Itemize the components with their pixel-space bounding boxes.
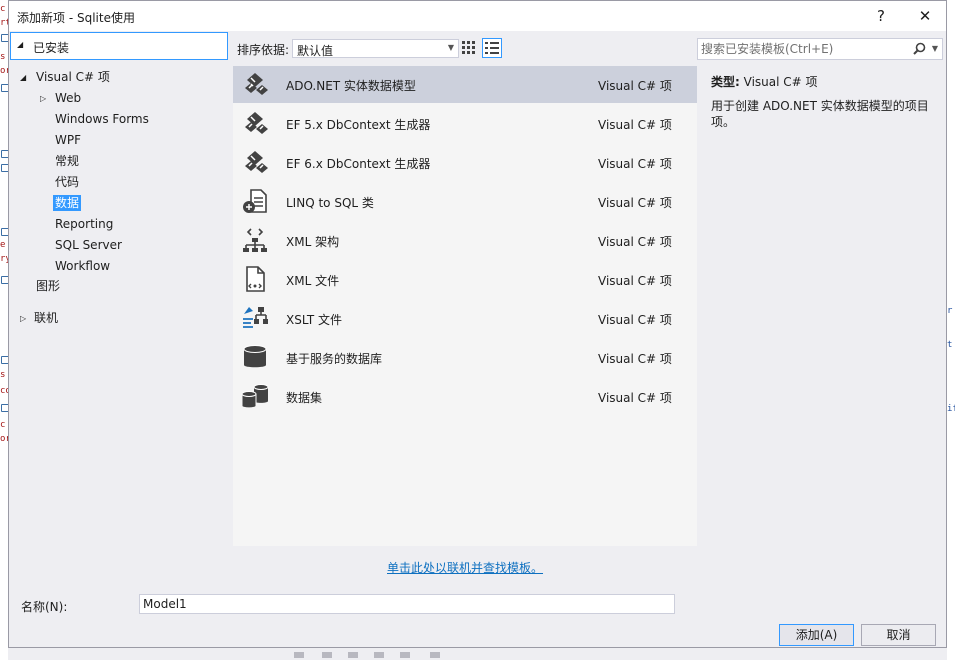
- linq-to-sql-icon: [243, 189, 267, 213]
- background-editor-right: rtif: [947, 0, 955, 660]
- template-item-ado-net-entity-model[interactable]: ADO.NET 实体数据模型 Visual C# 项: [233, 66, 697, 103]
- tree-item-data[interactable]: 数据: [53, 194, 82, 213]
- template-name: LINQ to SQL 类: [286, 196, 374, 210]
- expand-arrow-icon: ▷: [20, 314, 27, 323]
- small-icons-view-button[interactable]: [458, 38, 478, 58]
- template-item-xml-file[interactable]: XML 文件 Visual C# 项: [233, 261, 697, 298]
- template-item-xslt-file[interactable]: XSLT 文件 Visual C# 项: [233, 300, 697, 337]
- template-item-linq-to-sql[interactable]: LINQ to SQL 类 Visual C# 项: [233, 183, 697, 220]
- template-type: Visual C# 项: [598, 274, 672, 288]
- dialog-title: 添加新项 - Sqlite使用: [17, 11, 135, 25]
- template-name: EF 6.x DbContext 生成器: [286, 157, 431, 171]
- template-type: Visual C# 项: [598, 118, 672, 132]
- xslt-file-icon: [243, 307, 268, 328]
- template-type: Visual C# 项: [598, 391, 672, 405]
- details-view-icon: [485, 42, 499, 54]
- cancel-button[interactable]: 取消: [861, 624, 936, 646]
- tree-item-wpf[interactable]: WPF: [53, 131, 83, 150]
- template-list: ADO.NET 实体数据模型 Visual C# 项 EF 5.x DbCont…: [233, 66, 697, 546]
- template-type: Visual C# 项: [598, 79, 672, 93]
- name-label: 名称(N):: [21, 600, 68, 614]
- background-toolbar-strip: [8, 648, 947, 660]
- sort-dropdown[interactable]: 默认值 ▼: [292, 39, 459, 58]
- add-new-item-dialog: 添加新项 - Sqlite使用 ? ✕ ◢ 已安装 ◢ Visual C# 项 …: [8, 0, 947, 648]
- tree-item-sql-server[interactable]: SQL Server: [53, 236, 124, 255]
- tree-item-online[interactable]: ▷ 联机: [20, 309, 60, 328]
- dbcontext-generator-icon: [245, 112, 268, 134]
- search-box: ▼: [697, 38, 943, 60]
- template-type: Visual C# 项: [598, 313, 672, 327]
- sort-label: 排序依据:: [237, 43, 290, 57]
- collapse-arrow-icon: ◢: [20, 73, 27, 82]
- details-view-button[interactable]: [482, 38, 502, 58]
- search-icon[interactable]: [913, 42, 926, 55]
- template-item-ef5-dbcontext[interactable]: EF 5.x DbContext 生成器 Visual C# 项: [233, 105, 697, 142]
- template-type: Visual C# 项: [598, 196, 672, 210]
- template-item-ef6-dbcontext[interactable]: EF 6.x DbContext 生成器 Visual C# 项: [233, 144, 697, 181]
- template-name: ADO.NET 实体数据模型: [286, 79, 416, 93]
- details-type: 类型: Visual C# 项: [711, 73, 818, 90]
- tree-item-general[interactable]: 常规: [53, 152, 81, 171]
- template-item-xml-schema[interactable]: XML 架构 Visual C# 项: [233, 222, 697, 259]
- tree-item-graphics[interactable]: 图形: [34, 277, 62, 296]
- template-item-service-database[interactable]: 基于服务的数据库 Visual C# 项: [233, 339, 697, 376]
- template-name: XML 文件: [286, 274, 340, 288]
- search-input[interactable]: [701, 41, 911, 57]
- xml-schema-icon: [243, 228, 267, 252]
- tree-item-visual-csharp[interactable]: ◢ Visual C# 项: [20, 68, 112, 87]
- collapse-arrow-icon: ◢: [17, 40, 24, 49]
- template-item-dataset[interactable]: 数据集 Visual C# 项: [233, 378, 697, 415]
- expand-arrow-icon: ▷: [40, 94, 47, 103]
- add-button[interactable]: 添加(A): [779, 624, 854, 646]
- type-value: Visual C# 项: [743, 75, 818, 89]
- template-name: EF 5.x DbContext 生成器: [286, 118, 431, 132]
- sort-value: 默认值: [297, 44, 334, 58]
- name-field[interactable]: [139, 594, 675, 614]
- tree-item-reporting[interactable]: Reporting: [53, 215, 115, 234]
- help-button[interactable]: ?: [868, 5, 894, 27]
- small-icons-view-icon: [462, 41, 475, 54]
- tree-item-windows-forms[interactable]: Windows Forms: [53, 110, 151, 129]
- xml-file-icon: [246, 266, 265, 292]
- close-button[interactable]: ✕: [912, 5, 938, 27]
- installed-header[interactable]: ◢ 已安装: [10, 32, 228, 60]
- details-description: 用于创建 ADO.NET 实体数据模型的项目项。: [711, 99, 929, 129]
- dbcontext-generator-icon: [245, 151, 268, 173]
- template-name: XSLT 文件: [286, 313, 343, 327]
- find-templates-online-link[interactable]: 单击此处以联机并查找模板。: [387, 559, 543, 576]
- tree-item-web[interactable]: ▷ Web: [40, 89, 83, 108]
- tree-item-code[interactable]: 代码: [53, 173, 81, 192]
- template-type: Visual C# 项: [598, 235, 672, 249]
- title-bar: 添加新项 - Sqlite使用 ? ✕: [9, 1, 946, 31]
- template-name: 基于服务的数据库: [286, 352, 383, 366]
- background-editor-left: c rt s or e ry s co c or: [0, 0, 11, 660]
- dataset-icon: [241, 384, 269, 409]
- template-type: Visual C# 项: [598, 157, 672, 171]
- tree-item-workflow[interactable]: Workflow: [53, 257, 112, 276]
- chevron-down-icon: ▼: [447, 43, 454, 52]
- chevron-down-icon[interactable]: ▼: [932, 44, 938, 53]
- entity-model-icon: [245, 73, 268, 95]
- type-label: 类型:: [711, 75, 740, 89]
- template-name: 数据集: [286, 391, 323, 405]
- installed-label: 已安装: [33, 41, 70, 55]
- database-icon: [243, 345, 267, 368]
- template-type: Visual C# 项: [598, 352, 672, 366]
- template-name: XML 架构: [286, 235, 340, 249]
